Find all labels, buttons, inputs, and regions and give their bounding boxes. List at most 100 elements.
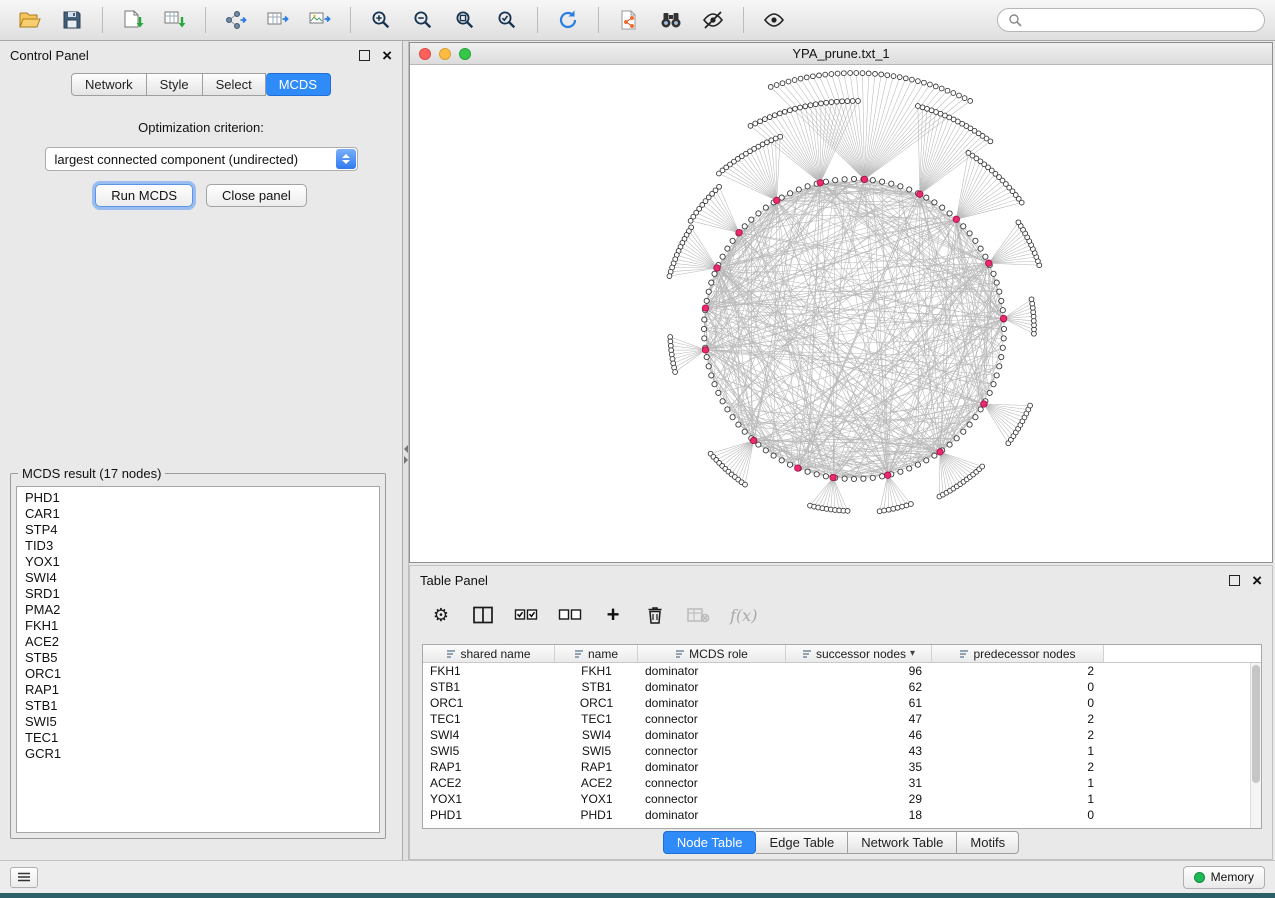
leaf-node[interactable] <box>882 508 887 513</box>
dominator-node[interactable] <box>736 229 742 235</box>
collapse-left-icon[interactable] <box>404 445 408 453</box>
leaf-node[interactable] <box>813 102 818 107</box>
close-panel-icon[interactable]: × <box>382 50 392 61</box>
network-node[interactable] <box>978 407 983 412</box>
table-row[interactable]: YOX1YOX1connector291 <box>423 791 1261 807</box>
network-node[interactable] <box>704 355 709 360</box>
create-column-button[interactable]: + <box>602 602 624 628</box>
export-network-button[interactable] <box>216 4 256 36</box>
leaf-node[interactable] <box>909 502 914 507</box>
leaf-node[interactable] <box>786 79 791 84</box>
tab-select[interactable]: Select <box>203 73 266 96</box>
table-row[interactable]: STB1STB1dominator620 <box>423 679 1261 695</box>
network-node[interactable] <box>978 246 983 251</box>
float-panel-icon[interactable] <box>359 50 370 61</box>
mcds-result-item[interactable]: STP4 <box>17 522 379 538</box>
network-node[interactable] <box>833 178 838 183</box>
close-panel-button[interactable]: Close panel <box>206 184 307 207</box>
mcds-result-item[interactable]: FKH1 <box>17 618 379 634</box>
network-node[interactable] <box>701 326 706 331</box>
network-node[interactable] <box>994 373 999 378</box>
leaf-node[interactable] <box>910 77 915 82</box>
sort-direction-arrow[interactable]: ▾ <box>910 648 915 659</box>
apply-layout-button[interactable] <box>548 4 588 36</box>
network-node[interactable] <box>861 476 866 481</box>
network-node[interactable] <box>756 442 761 447</box>
network-node[interactable] <box>907 466 912 471</box>
network-node[interactable] <box>907 187 912 192</box>
import-network-button[interactable] <box>113 4 153 36</box>
network-node[interactable] <box>924 195 929 200</box>
close-panel-icon[interactable]: × <box>1252 575 1262 586</box>
leaf-node[interactable] <box>873 72 878 77</box>
mcds-result-item[interactable]: SRD1 <box>17 586 379 602</box>
leaf-node[interactable] <box>829 72 834 77</box>
column-header-shared-name[interactable]: shared name <box>423 645 555 662</box>
network-node[interactable] <box>997 364 1002 369</box>
network-node[interactable] <box>709 280 714 285</box>
network-node[interactable] <box>716 390 721 395</box>
leaf-node[interactable] <box>768 85 773 90</box>
table-row[interactable]: RAP1RAP1dominator352 <box>423 759 1261 775</box>
dominator-node[interactable] <box>885 472 891 478</box>
table-row[interactable]: SWI5SWI5connector431 <box>423 743 1261 759</box>
leaf-node[interactable] <box>866 71 871 76</box>
network-node[interactable] <box>720 254 725 259</box>
network-node[interactable] <box>788 191 793 196</box>
network-node[interactable] <box>763 448 768 453</box>
float-panel-icon[interactable] <box>1229 575 1240 586</box>
tab-edge-table[interactable]: Edge Table <box>756 831 848 854</box>
zoom-out-button[interactable] <box>403 4 443 36</box>
mcds-result-item[interactable]: YOX1 <box>17 554 379 570</box>
dominator-node[interactable] <box>953 216 959 222</box>
leaf-node[interactable] <box>792 78 797 83</box>
network-node[interactable] <box>842 476 847 481</box>
show-columns-button[interactable] <box>472 602 494 628</box>
save-session-button[interactable] <box>52 4 92 36</box>
export-table-button[interactable] <box>258 4 298 36</box>
network-node[interactable] <box>709 373 714 378</box>
table-row[interactable]: PHD1PHD1dominator180 <box>423 807 1261 823</box>
leaf-node[interactable] <box>854 71 859 76</box>
hide-elements-button[interactable] <box>693 4 733 36</box>
mcds-result-item[interactable]: ORC1 <box>17 666 379 682</box>
dominator-node[interactable] <box>986 260 992 266</box>
deselect-all-button[interactable] <box>558 602 582 628</box>
network-node[interactable] <box>730 415 735 420</box>
leaf-node[interactable] <box>835 71 840 76</box>
export-image-button[interactable] <box>300 4 340 36</box>
task-history-button[interactable] <box>10 867 38 888</box>
collapse-right-icon[interactable] <box>404 456 408 464</box>
leaf-node[interactable] <box>860 71 865 76</box>
mcds-result-item[interactable]: SWI5 <box>17 714 379 730</box>
leaf-node[interactable] <box>748 124 753 129</box>
leaf-node[interactable] <box>1029 297 1034 302</box>
dominator-node[interactable] <box>1000 315 1006 321</box>
leaf-node[interactable] <box>808 103 813 108</box>
run-mcds-button[interactable]: Run MCDS <box>95 184 193 207</box>
leaf-node[interactable] <box>817 73 822 78</box>
network-node[interactable] <box>730 238 735 243</box>
network-node[interactable] <box>851 476 856 481</box>
splitter-collapse-handles[interactable] <box>403 445 408 464</box>
network-node[interactable] <box>991 271 996 276</box>
mcds-result-item[interactable]: ACE2 <box>17 634 379 650</box>
leaf-node[interactable] <box>758 119 763 124</box>
dominator-node[interactable] <box>830 474 836 480</box>
leaf-node[interactable] <box>848 71 853 76</box>
leaf-node[interactable] <box>793 106 798 111</box>
leaf-node[interactable] <box>777 111 782 116</box>
leaf-node[interactable] <box>763 117 768 122</box>
network-node[interactable] <box>779 458 784 463</box>
search-box[interactable] <box>997 8 1265 32</box>
network-node[interactable] <box>932 453 937 458</box>
leaf-node[interactable] <box>962 96 967 101</box>
leaf-node[interactable] <box>840 99 845 104</box>
dominator-node[interactable] <box>702 305 708 311</box>
leaf-node[interactable] <box>811 74 816 79</box>
leaf-node[interactable] <box>933 84 938 89</box>
network-node[interactable] <box>706 289 711 294</box>
tab-network[interactable]: Network <box>71 73 147 96</box>
mcds-result-item[interactable]: TEC1 <box>17 730 379 746</box>
search-input[interactable] <box>1028 13 1254 28</box>
